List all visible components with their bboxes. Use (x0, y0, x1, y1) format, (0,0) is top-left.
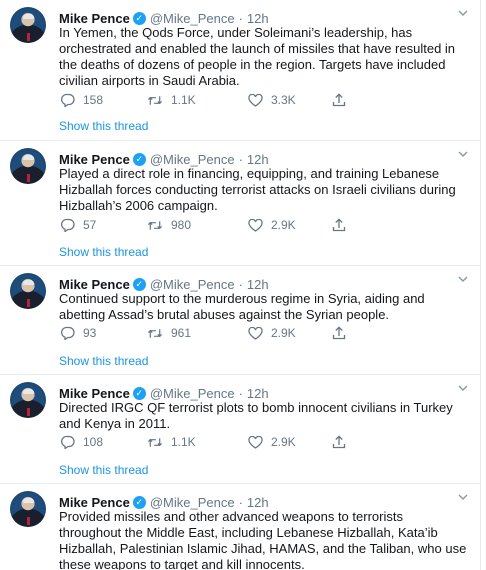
tweet-actions: 108 1.1K 2.9K (59, 434, 470, 450)
show-thread-link[interactable]: Show this thread (59, 119, 148, 133)
like-button[interactable]: 2.9K (247, 435, 331, 449)
reply-icon (59, 435, 75, 449)
avatar[interactable] (10, 382, 46, 418)
verified-badge-icon: ✓ (132, 152, 146, 166)
tweet-text: In Yemen, the Qods Force, under Soleiman… (59, 25, 456, 88)
author-handle[interactable]: @Mike_Pence (150, 495, 235, 510)
like-button[interactable]: 2.9K (247, 326, 331, 340)
like-count: 3.3K (271, 93, 296, 107)
author-name[interactable]: Mike Pence (59, 386, 130, 401)
author-handle[interactable]: @Mike_Pence (150, 11, 235, 26)
share-icon (331, 218, 347, 232)
tweet[interactable]: Mike Pence ✓ @Mike_Pence · 12h Played a … (0, 141, 480, 266)
reply-icon (59, 326, 75, 340)
like-count: 2.9K (271, 326, 296, 340)
reply-count: 158 (83, 93, 104, 107)
separator-dot: · (238, 10, 243, 26)
chevron-down-icon[interactable] (458, 151, 470, 157)
reply-button[interactable]: 158 (59, 93, 147, 107)
timestamp[interactable]: 12h (247, 277, 269, 292)
author-handle[interactable]: @Mike_Pence (150, 152, 235, 167)
reply-button[interactable]: 57 (59, 218, 147, 232)
share-button[interactable] (331, 326, 355, 340)
avatar[interactable] (10, 273, 46, 309)
timestamp[interactable]: 12h (247, 386, 269, 401)
verified-badge-icon: ✓ (132, 277, 146, 291)
tweet-text: Continued support to the murderous regim… (59, 291, 425, 322)
share-button[interactable] (331, 93, 355, 107)
separator-dot: · (238, 385, 243, 401)
retweet-button[interactable]: 1.1K (147, 93, 247, 107)
retweet-icon (147, 93, 163, 107)
retweet-count: 1.1K (171, 93, 196, 107)
tweet[interactable]: Mike Pence ✓ @Mike_Pence · 12h Directed … (0, 375, 480, 484)
share-icon (331, 93, 347, 107)
retweet-count: 1.1K (171, 435, 196, 449)
heart-icon (247, 326, 263, 340)
share-button[interactable] (331, 218, 355, 232)
like-count: 2.9K (271, 218, 296, 232)
separator-dot: · (238, 494, 243, 510)
author-handle[interactable]: @Mike_Pence (150, 277, 235, 292)
separator-dot: · (238, 276, 243, 292)
timeline: Mike Pence ✓ @Mike_Pence · 12h In Yemen,… (0, 0, 481, 570)
verified-badge-icon: ✓ (132, 11, 146, 25)
tweet-actions: 158 1.1K 3.3K (59, 92, 470, 108)
retweet-count: 980 (171, 218, 192, 232)
separator-dot: · (238, 151, 243, 167)
chevron-down-icon[interactable] (458, 276, 470, 282)
retweet-button[interactable]: 1.1K (147, 435, 247, 449)
tweet[interactable]: Mike Pence ✓ @Mike_Pence · 12h Provided … (0, 484, 480, 570)
tweet-actions: 57 980 2.9K (59, 217, 470, 233)
heart-icon (247, 93, 263, 107)
share-icon (331, 435, 347, 449)
tweet[interactable]: Mike Pence ✓ @Mike_Pence · 12h Continued… (0, 266, 480, 375)
reply-button[interactable]: 93 (59, 326, 147, 340)
like-button[interactable]: 2.9K (247, 218, 331, 232)
author-name[interactable]: Mike Pence (59, 11, 130, 26)
timestamp[interactable]: 12h (247, 152, 269, 167)
reply-icon (59, 93, 75, 107)
show-thread-link[interactable]: Show this thread (59, 245, 148, 259)
timestamp[interactable]: 12h (247, 11, 269, 26)
chevron-down-icon[interactable] (458, 494, 470, 500)
tweet-text: Played a direct role in financing, equip… (59, 166, 456, 213)
chevron-down-icon[interactable] (458, 10, 470, 16)
reply-count: 93 (83, 326, 97, 340)
reply-count: 57 (83, 218, 97, 232)
retweet-count: 961 (171, 326, 192, 340)
tweet[interactable]: Mike Pence ✓ @Mike_Pence · 12h In Yemen,… (0, 0, 480, 141)
tweet-actions: 93 961 2.9K (59, 325, 470, 341)
avatar[interactable] (10, 148, 46, 184)
author-name[interactable]: Mike Pence (59, 495, 130, 510)
chevron-down-icon[interactable] (458, 385, 470, 391)
share-icon (331, 326, 347, 340)
verified-badge-icon: ✓ (132, 495, 146, 509)
author-handle[interactable]: @Mike_Pence (150, 386, 235, 401)
retweet-icon (147, 218, 163, 232)
like-count: 2.9K (271, 435, 296, 449)
retweet-button[interactable]: 980 (147, 218, 247, 232)
author-name[interactable]: Mike Pence (59, 277, 130, 292)
reply-button[interactable]: 108 (59, 435, 147, 449)
heart-icon (247, 218, 263, 232)
tweet-text: Directed IRGC QF terrorist plots to bomb… (59, 400, 453, 431)
avatar[interactable] (10, 491, 46, 527)
verified-badge-icon: ✓ (132, 386, 146, 400)
retweet-icon (147, 435, 163, 449)
timestamp[interactable]: 12h (247, 495, 269, 510)
show-thread-link[interactable]: Show this thread (59, 354, 148, 368)
tweet-text: Provided missiles and other advanced wea… (59, 509, 467, 570)
avatar[interactable] (10, 7, 46, 43)
retweet-button[interactable]: 961 (147, 326, 247, 340)
heart-icon (247, 435, 263, 449)
share-button[interactable] (331, 435, 355, 449)
reply-count: 108 (83, 435, 104, 449)
author-name[interactable]: Mike Pence (59, 152, 130, 167)
show-thread-link[interactable]: Show this thread (59, 463, 148, 477)
retweet-icon (147, 326, 163, 340)
like-button[interactable]: 3.3K (247, 93, 331, 107)
reply-icon (59, 218, 75, 232)
